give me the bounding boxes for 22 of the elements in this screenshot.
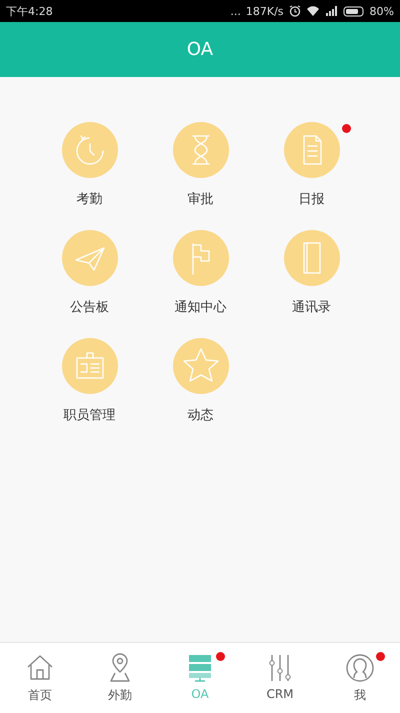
app-label: 考勤 <box>76 191 102 208</box>
person-icon <box>345 653 375 683</box>
app-label: 日报 <box>298 191 324 208</box>
battery-percent: 80% <box>370 4 394 18</box>
app-label: 通讯录 <box>292 299 331 316</box>
tab[interactable]: CRM <box>240 643 320 713</box>
tab[interactable]: 首页 <box>0 643 80 713</box>
more-indicator: ... <box>230 4 241 18</box>
alarm-icon <box>288 5 301 17</box>
signal-icon <box>324 5 338 17</box>
clock-time: 下午4:28 <box>6 4 53 18</box>
wifi-icon <box>306 5 320 17</box>
tab[interactable]: 我 <box>320 643 400 713</box>
header-title: OA <box>186 39 214 60</box>
app-label: 职员管理 <box>64 407 116 424</box>
battery-icon <box>342 5 365 17</box>
app-label: 公告板 <box>70 299 109 316</box>
app-label: 通知中心 <box>174 299 226 316</box>
app-label: 动态 <box>188 407 214 424</box>
app-label: 审批 <box>188 191 214 208</box>
network-speed: 187K/s <box>246 4 284 18</box>
tab[interactable]: 外勤 <box>80 643 160 713</box>
